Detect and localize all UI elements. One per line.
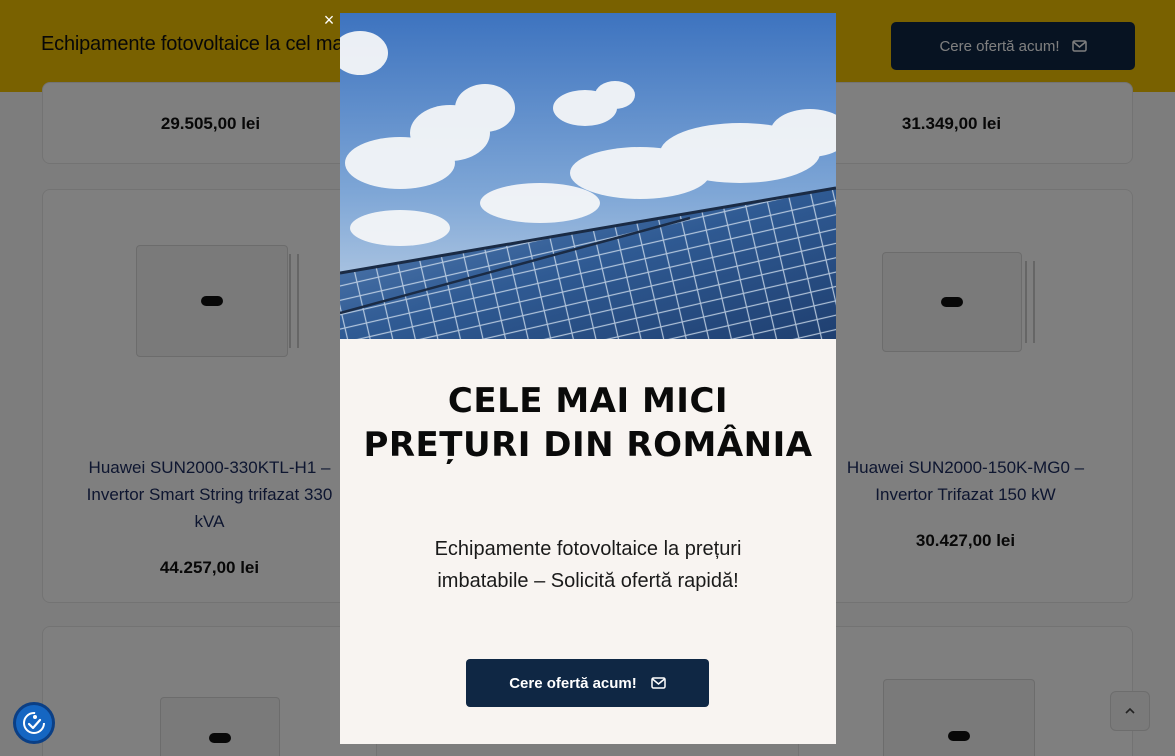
close-icon[interactable]: × (319, 10, 339, 30)
accessibility-button[interactable] (13, 702, 55, 744)
mail-icon (651, 677, 666, 689)
solar-panels-hero-image (340, 13, 836, 339)
popup-request-offer-label: Cere ofertă acum! (509, 674, 637, 692)
popup-subtitle: Echipamente fotovoltaice la prețuri imba… (434, 538, 742, 592)
accessibility-icon (23, 712, 45, 734)
offer-popup: CELE MAI MICI PREȚURI DIN ROMÂNIA Echipa… (340, 13, 836, 744)
popup-headline: CELE MAI MICI PREȚURI DIN ROMÂNIA (363, 381, 813, 465)
scroll-to-top-button[interactable] (1110, 691, 1150, 731)
popup-request-offer-button[interactable]: Cere ofertă acum! (466, 659, 709, 707)
chevron-up-icon (1125, 707, 1135, 714)
